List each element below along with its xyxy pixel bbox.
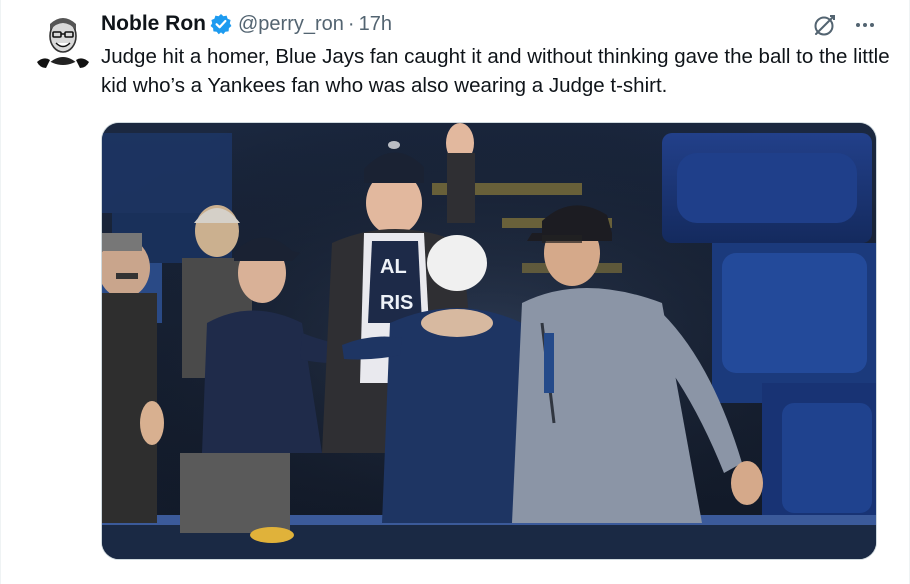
avatar[interactable] [36, 12, 90, 70]
author-handle[interactable]: @perry_ron [238, 13, 344, 36]
verified-badge-icon [210, 13, 232, 35]
tweet-text: Judge hit a homer, Blue Jays fan caught … [101, 45, 890, 97]
tweet[interactable]: Noble Ron @perry_ron · 17h Judge hit a h… [0, 0, 910, 584]
tweet-media-video[interactable]: AL RIS [101, 122, 877, 560]
more-icon[interactable] [852, 12, 878, 38]
left-border [0, 0, 1, 584]
svg-text:AL: AL [380, 256, 407, 278]
grok-icon[interactable] [812, 12, 838, 38]
author-display-name[interactable]: Noble Ron [101, 12, 206, 36]
separator-dot: · [347, 12, 355, 35]
tweet-header: Noble Ron @perry_ron · 17h [101, 10, 392, 38]
video-frame: AL RIS [102, 123, 876, 559]
avatar-portrait-icon [37, 13, 89, 68]
timestamp[interactable]: 17h [359, 13, 392, 36]
svg-text:RIS: RIS [380, 292, 413, 314]
